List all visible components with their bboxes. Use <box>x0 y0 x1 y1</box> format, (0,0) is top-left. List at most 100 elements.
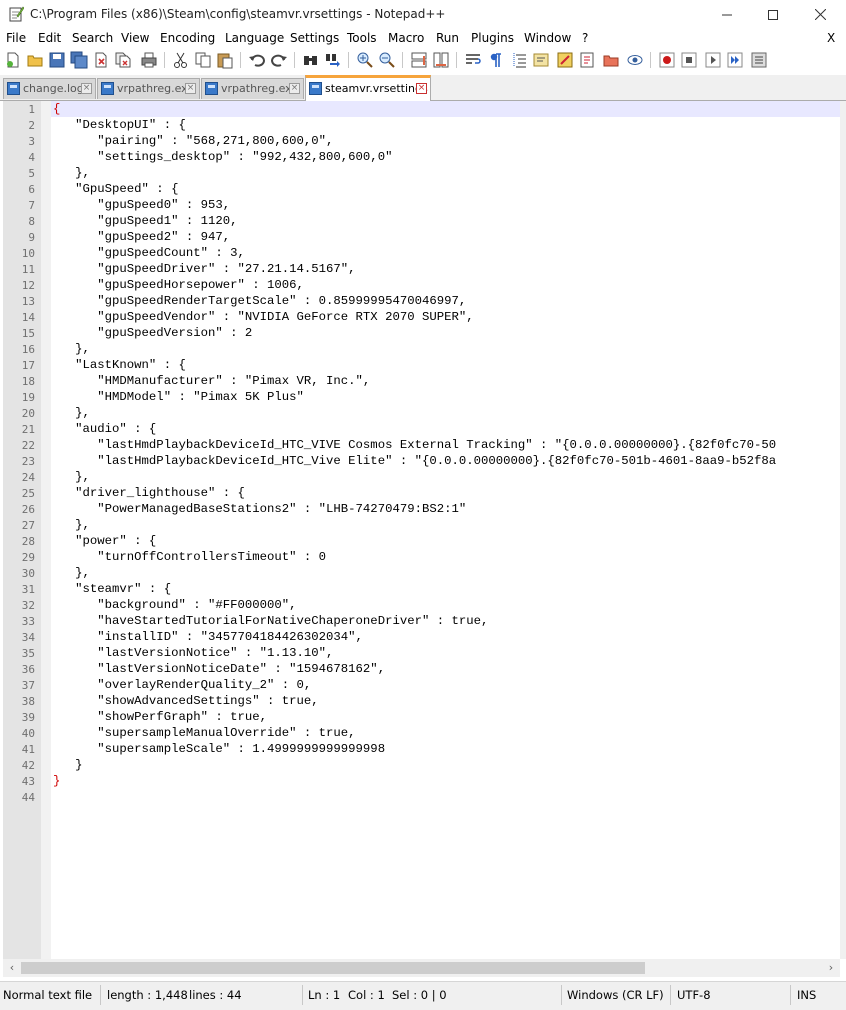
text-editor[interactable]: 1 2 3 4 5 6 7 8 9 10 11 12 13 14 15 16 17 18 19 20 21 22 23 24 2… <box>3 101 840 959</box>
maximize-button[interactable] <box>750 0 796 29</box>
fold-margin[interactable] <box>41 101 51 959</box>
menu-tools[interactable]: Tools <box>347 31 377 45</box>
tab-change-log[interactable]: change.log × <box>3 78 96 99</box>
code-line[interactable]: "supersampleManualOverride" : true, <box>53 725 355 741</box>
print-icon[interactable] <box>140 51 158 69</box>
notepadpp-app-icon[interactable] <box>8 6 25 22</box>
tab-close-icon[interactable]: × <box>185 83 196 94</box>
replace-icon[interactable] <box>324 51 342 69</box>
code-line[interactable]: "LastKnown" : { <box>53 357 186 373</box>
code-line[interactable]: "gpuSpeed2" : 947, <box>53 229 230 245</box>
code-line[interactable]: "gpuSpeedVendor" : "NVIDIA GeForce RTX 2… <box>53 309 473 325</box>
code-line[interactable]: "audio" : { <box>53 421 156 437</box>
code-line[interactable]: "gpuSpeedRenderTargetScale" : 0.85999995… <box>53 293 466 309</box>
code-line[interactable]: "gpuSpeedHorsepower" : 1006, <box>53 277 304 293</box>
copy-icon[interactable] <box>194 51 212 69</box>
code-line[interactable]: "gpuSpeedCount" : 3, <box>53 245 245 261</box>
word-wrap-icon[interactable] <box>464 51 482 69</box>
horizontal-scroll-thumb[interactable] <box>21 962 645 974</box>
minimize-button[interactable] <box>704 0 750 29</box>
menu-help[interactable]: ? <box>582 31 588 45</box>
zoom-in-icon[interactable] <box>356 51 374 69</box>
code-line[interactable]: "driver_lighthouse" : { <box>53 485 245 501</box>
code-line[interactable]: "steamvr" : { <box>53 581 171 597</box>
status-insert-mode[interactable]: INS <box>797 988 816 1002</box>
code-line[interactable]: "haveStartedTutorialForNativeChaperoneDr… <box>53 613 488 629</box>
code-line[interactable]: "turnOffControllersTimeout" : 0 <box>53 549 326 565</box>
code-line[interactable]: "lastVersionNoticeDate" : "1594678162", <box>53 661 385 677</box>
scroll-left-icon[interactable]: ‹ <box>5 961 19 975</box>
zoom-out-icon[interactable] <box>378 51 396 69</box>
code-line[interactable]: "HMDModel" : "Pimax 5K Plus" <box>53 389 304 405</box>
menu-view[interactable]: View <box>121 31 149 45</box>
menu-file[interactable]: File <box>6 31 26 45</box>
play-macro-icon[interactable] <box>704 51 722 69</box>
new-file-icon[interactable] <box>4 51 22 69</box>
show-all-chars-icon[interactable] <box>486 51 504 69</box>
code-line[interactable]: "showAdvancedSettings" : true, <box>53 693 318 709</box>
code-line[interactable]: "DesktopUI" : { <box>53 117 186 133</box>
tab-close-icon[interactable]: × <box>81 83 92 94</box>
find-icon[interactable] <box>302 51 320 69</box>
tab-vrpathreg-1[interactable]: vrpathreg.exe × <box>97 78 200 99</box>
document-map-icon[interactable] <box>578 51 596 69</box>
close-all-icon[interactable] <box>114 51 132 69</box>
tab-vrpathreg-2[interactable]: vrpathreg.exe × <box>201 78 304 99</box>
undo-icon[interactable] <box>248 51 266 69</box>
record-macro-icon[interactable] <box>658 51 676 69</box>
code-line[interactable]: "showPerfGraph" : true, <box>53 709 267 725</box>
code-line[interactable]: "background" : "#FF000000", <box>53 597 296 613</box>
code-line[interactable]: } <box>53 757 82 773</box>
code-line[interactable]: "installID" : "3457704184426302034", <box>53 629 363 645</box>
cut-icon[interactable] <box>172 51 190 69</box>
close-document-button[interactable]: X <box>827 31 835 45</box>
code-line[interactable]: } <box>53 773 60 789</box>
save-icon[interactable] <box>48 51 66 69</box>
language-icon[interactable] <box>532 51 550 69</box>
horizontal-scrollbar[interactable]: ‹ › <box>3 959 840 977</box>
menu-settings[interactable]: Settings <box>290 31 339 45</box>
code-line[interactable]: "settings_desktop" : "992,432,800,600,0" <box>53 149 392 165</box>
save-all-icon[interactable] <box>70 51 88 69</box>
code-line[interactable]: "gpuSpeed0" : 953, <box>53 197 230 213</box>
run-macro-multiple-icon[interactable] <box>726 51 744 69</box>
tab-close-icon[interactable]: × <box>416 83 427 94</box>
menu-edit[interactable]: Edit <box>38 31 61 45</box>
code-line[interactable]: }, <box>53 469 90 485</box>
menu-plugins[interactable]: Plugins <box>471 31 514 45</box>
status-eol[interactable]: Windows (CR LF) <box>567 988 664 1002</box>
stop-record-icon[interactable] <box>680 51 698 69</box>
code-line[interactable]: "gpuSpeedDriver" : "27.21.14.5167", <box>53 261 355 277</box>
code-line[interactable]: "lastVersionNotice" : "1.13.10", <box>53 645 333 661</box>
close-button[interactable] <box>797 0 843 29</box>
open-file-icon[interactable] <box>26 51 44 69</box>
tab-steamvr-vrsettings[interactable]: steamvr.vrsettings × <box>305 75 431 101</box>
folder-as-workspace-icon[interactable] <box>602 51 620 69</box>
close-file-icon[interactable] <box>92 51 110 69</box>
code-line[interactable]: "GpuSpeed" : { <box>53 181 178 197</box>
indent-guide-icon[interactable] <box>510 51 528 69</box>
menu-run[interactable]: Run <box>436 31 459 45</box>
code-line[interactable]: "PowerManagedBaseStations2" : "LHB-74270… <box>53 501 466 517</box>
sync-horizontal-icon[interactable] <box>432 51 450 69</box>
sync-vertical-icon[interactable] <box>410 51 428 69</box>
paste-icon[interactable] <box>216 51 234 69</box>
code-line[interactable]: "gpuSpeedVersion" : 2 <box>53 325 252 341</box>
code-line[interactable]: }, <box>53 405 90 421</box>
code-line[interactable]: "HMDManufacturer" : "Pimax VR, Inc.", <box>53 373 370 389</box>
scroll-right-icon[interactable]: › <box>824 961 838 975</box>
code-line[interactable]: }, <box>53 341 90 357</box>
code-line[interactable]: "supersampleScale" : 1.4999999999999998 <box>53 741 385 757</box>
redo-icon[interactable] <box>270 51 288 69</box>
save-macro-icon[interactable] <box>750 51 768 69</box>
menu-window[interactable]: Window <box>524 31 571 45</box>
code-line[interactable]: "pairing" : "568,271,800,600,0", <box>53 133 333 149</box>
menu-macro[interactable]: Macro <box>388 31 424 45</box>
code-line[interactable]: "lastHmdPlaybackDeviceId_HTC_VIVE Cosmos… <box>53 437 776 453</box>
tab-close-icon[interactable]: × <box>289 83 300 94</box>
status-encoding[interactable]: UTF-8 <box>677 988 711 1002</box>
menu-language[interactable]: Language <box>225 31 284 45</box>
menu-search[interactable]: Search <box>72 31 113 45</box>
code-line[interactable]: "gpuSpeed1" : 1120, <box>53 213 237 229</box>
code-line[interactable]: }, <box>53 565 90 581</box>
